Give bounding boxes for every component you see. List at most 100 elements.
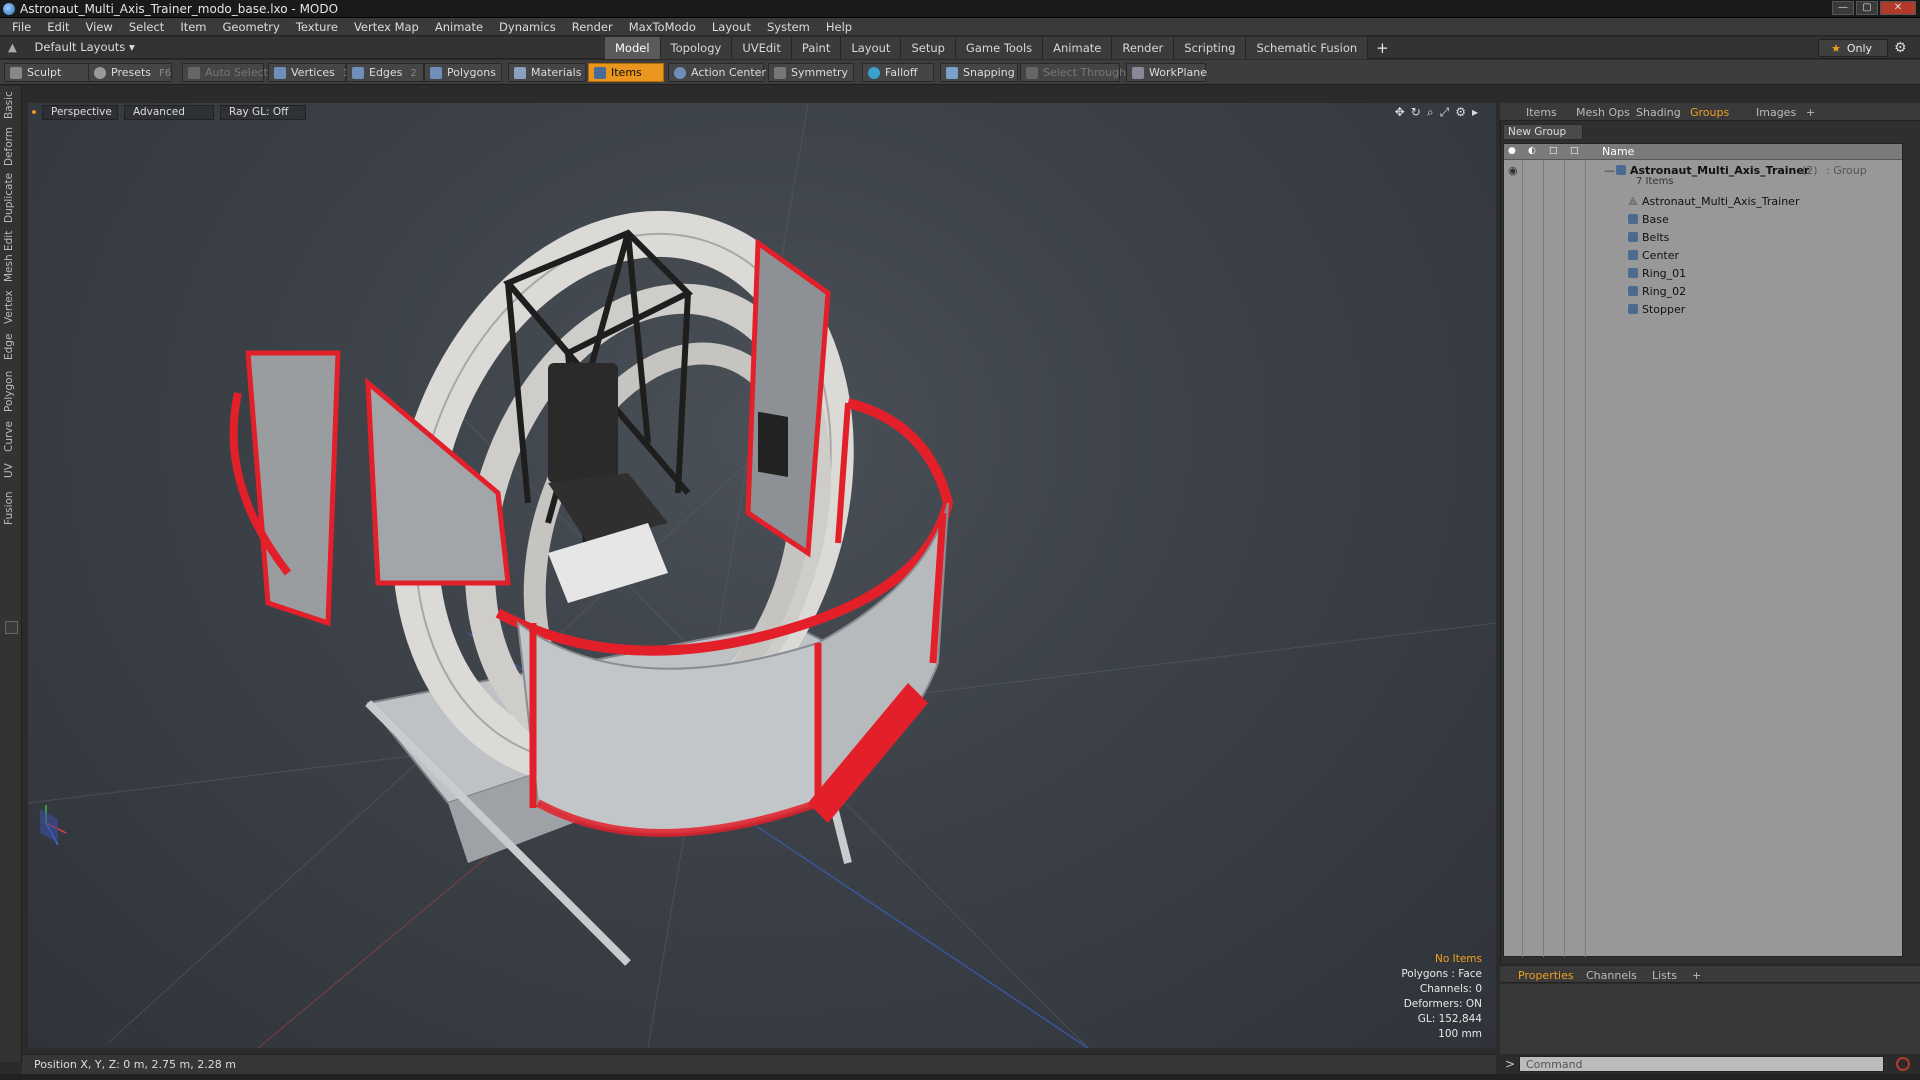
tab-game-tools[interactable]: Game Tools (955, 37, 1044, 59)
tab-scripting[interactable]: Scripting (1174, 37, 1247, 59)
polygons-icon (430, 67, 442, 79)
menu-dynamics[interactable]: Dynamics (491, 20, 564, 34)
tab-setup[interactable]: Setup (901, 37, 956, 59)
snapping-button[interactable]: Snapping (940, 63, 1018, 82)
render-column-icon[interactable]: ◐ (1528, 146, 1540, 158)
menu-item[interactable]: Item (172, 20, 214, 34)
name-column-header[interactable]: Name (1602, 145, 1634, 158)
add-panel-tab-button[interactable]: + (1806, 106, 1815, 119)
polygons-button[interactable]: Polygons (424, 63, 502, 82)
tab-vertex[interactable]: Vertex (3, 288, 19, 326)
tab-mesh-edit[interactable]: Mesh Edit (3, 230, 19, 282)
tree-row[interactable]: Ring_02 (1504, 282, 1902, 300)
tab-fusion[interactable]: Fusion (3, 488, 19, 528)
visibility-column-icon[interactable]: ● (1508, 146, 1520, 158)
add-tab-button[interactable]: + (1368, 37, 1397, 59)
menu-animate[interactable]: Animate (427, 20, 491, 34)
3d-viewport[interactable]: No Items Polygons : Face Channels: 0 Def… (28, 103, 1496, 1048)
menu-vertex-map[interactable]: Vertex Map (346, 20, 427, 34)
select-through-button[interactable]: Select Through (1020, 63, 1126, 82)
tab-model[interactable]: Model (605, 37, 661, 59)
tab-schematic-fusion[interactable]: Schematic Fusion (1246, 37, 1369, 59)
strip-toggle-button[interactable] (5, 621, 18, 634)
tab-duplicate[interactable]: Duplicate (3, 172, 19, 224)
tab-edge[interactable]: Edge (3, 332, 19, 362)
materials-button[interactable]: Materials (508, 63, 586, 82)
menu-edit[interactable]: Edit (39, 20, 77, 34)
tree-row-group[interactable]: ◉ — Astronaut_Multi_Axis_Trainer (2) : G… (1504, 161, 1902, 191)
only-button[interactable]: ★ Only (1818, 39, 1888, 57)
tab-shading[interactable]: Shading (1636, 106, 1681, 119)
symmetry-icon (774, 67, 786, 79)
menu-render[interactable]: Render (564, 20, 621, 34)
tab-paint[interactable]: Paint (791, 37, 842, 59)
tab-curve[interactable]: Curve (3, 420, 19, 454)
fit-view-icon[interactable]: ⤢ (1440, 105, 1450, 120)
action-center-button[interactable]: Action Center (668, 63, 766, 82)
expand-arrow-icon[interactable]: — (1604, 164, 1615, 177)
tab-render[interactable]: Render (1112, 37, 1175, 59)
edges-button[interactable]: Edges 2 (346, 63, 424, 82)
tree-row[interactable]: Ring_01 (1504, 264, 1902, 282)
zoom-icon[interactable]: ⌕ (1427, 105, 1434, 120)
eye-icon[interactable]: ◉ (1508, 164, 1518, 177)
tab-basic[interactable]: Basic (3, 90, 19, 120)
menu-maxtomodo[interactable]: MaxToModo (621, 20, 704, 34)
tab-properties[interactable]: Properties (1518, 969, 1574, 982)
tree-row[interactable]: Base (1504, 210, 1902, 228)
presets-button[interactable]: Presets F6 (88, 63, 172, 82)
falloff-button[interactable]: Falloff (862, 63, 934, 82)
tree-row[interactable]: ⟁ Astronaut_Multi_Axis_Trainer (1504, 192, 1902, 210)
menu-layout[interactable]: Layout (704, 20, 759, 34)
menu-file[interactable]: File (4, 20, 39, 34)
tab-animate[interactable]: Animate (1043, 37, 1113, 59)
viewport-menu-arrow-icon[interactable]: ▸ (1472, 105, 1478, 120)
select-column-icon[interactable]: □ (1570, 146, 1582, 158)
menu-geometry[interactable]: Geometry (215, 20, 288, 34)
tab-layout[interactable]: Layout (841, 37, 902, 59)
close-button[interactable]: ✕ (1880, 1, 1916, 15)
viewport-gear-icon[interactable]: ⚙ (1455, 105, 1466, 120)
tab-deform[interactable]: Deform (3, 126, 19, 166)
move-view-icon[interactable]: ✥ (1395, 105, 1405, 120)
command-input[interactable]: Command (1519, 1056, 1884, 1072)
menu-select[interactable]: Select (121, 20, 172, 34)
raygl-button[interactable]: Ray GL: Off (220, 105, 306, 120)
minimize-button[interactable]: — (1832, 1, 1854, 15)
collapse-arrow-icon[interactable]: ▲ (8, 40, 17, 54)
tab-mesh-ops[interactable]: Mesh Ops (1576, 106, 1630, 119)
tree-row[interactable]: Center (1504, 246, 1902, 264)
lock-column-icon[interactable]: □ (1549, 146, 1561, 158)
menu-help[interactable]: Help (818, 20, 860, 34)
sculpt-button[interactable]: Sculpt (4, 63, 90, 82)
items-button[interactable]: Items (588, 63, 664, 82)
maximize-button[interactable]: ▢ (1856, 1, 1878, 15)
tab-items[interactable]: Items (1526, 106, 1557, 119)
add-properties-tab-button[interactable]: + (1692, 969, 1701, 982)
menu-system[interactable]: System (759, 20, 818, 34)
symmetry-button[interactable]: Symmetry (768, 63, 854, 82)
menu-view[interactable]: View (78, 20, 121, 34)
tab-uvedit[interactable]: UVEdit (732, 37, 792, 59)
workplane-button[interactable]: WorkPlane (1126, 63, 1207, 82)
tree-row[interactable]: Belts (1504, 228, 1902, 246)
layout-selector[interactable]: ▲ Default Layouts ▾ (8, 40, 135, 54)
new-group-button[interactable]: New Group (1503, 124, 1583, 140)
tab-channels[interactable]: Channels (1586, 969, 1637, 982)
tab-lists[interactable]: Lists (1652, 969, 1677, 982)
tree-row[interactable]: Stopper (1504, 300, 1902, 318)
gear-icon[interactable]: ⚙ (1894, 40, 1910, 56)
tab-uv[interactable]: UV (3, 460, 19, 482)
tab-groups[interactable]: Groups (1690, 106, 1729, 119)
tab-topology[interactable]: Topology (660, 37, 733, 59)
rotate-view-icon[interactable]: ↻ (1411, 105, 1421, 120)
vertices-icon (274, 67, 286, 79)
menu-texture[interactable]: Texture (288, 20, 346, 34)
vertices-button[interactable]: Vertices1 (268, 63, 349, 82)
auto-select-button[interactable]: Auto Select (182, 63, 268, 82)
view-perspective-button[interactable]: Perspective (42, 105, 118, 120)
view-advanced-button[interactable]: Advanced (124, 105, 214, 120)
record-icon[interactable] (1896, 1057, 1910, 1071)
tab-polygon[interactable]: Polygon (3, 368, 19, 414)
tab-images[interactable]: Images (1756, 106, 1796, 119)
